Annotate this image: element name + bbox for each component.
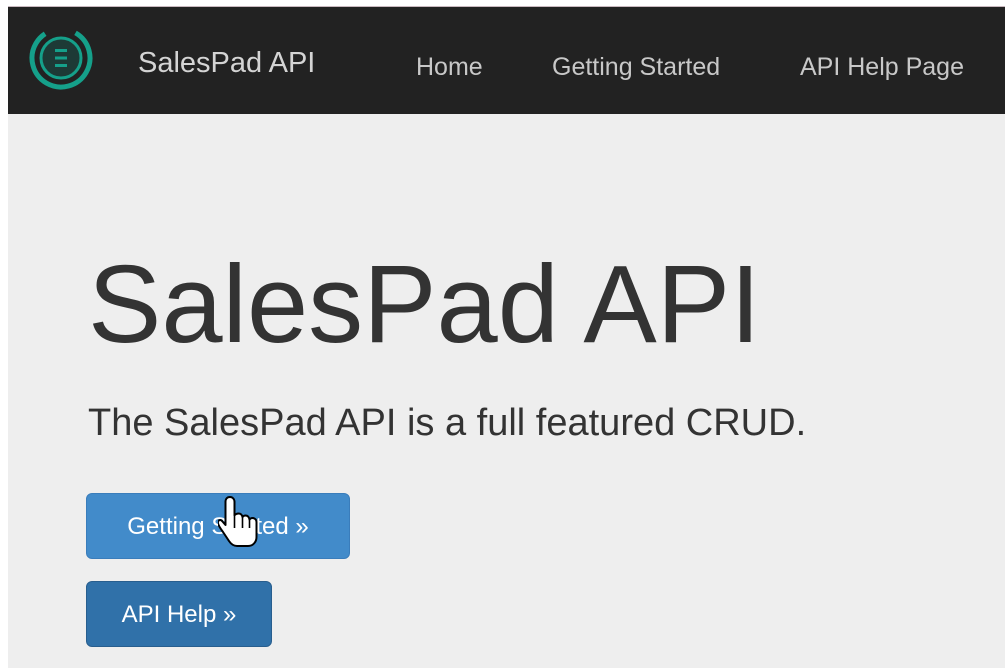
browser-viewport: SalesPad API Home Getting Started API He… bbox=[0, 0, 1005, 668]
api-help-button[interactable]: API Help » bbox=[86, 581, 272, 647]
top-navbar: SalesPad API Home Getting Started API He… bbox=[8, 6, 1005, 114]
salespad-logo-icon[interactable] bbox=[28, 25, 94, 91]
nav-link-getting-started[interactable]: Getting Started bbox=[552, 53, 720, 82]
page-title: SalesPad API bbox=[88, 243, 761, 366]
nav-link-home[interactable]: Home bbox=[416, 53, 483, 82]
navbar-brand[interactable]: SalesPad API bbox=[138, 47, 315, 80]
jumbotron: SalesPad API The SalesPad API is a full … bbox=[8, 114, 1005, 668]
hand-pointer-cursor-icon bbox=[218, 496, 258, 547]
page-lead: The SalesPad API is a full featured CRUD… bbox=[88, 402, 807, 444]
nav-link-api-help-page[interactable]: API Help Page bbox=[800, 53, 964, 82]
